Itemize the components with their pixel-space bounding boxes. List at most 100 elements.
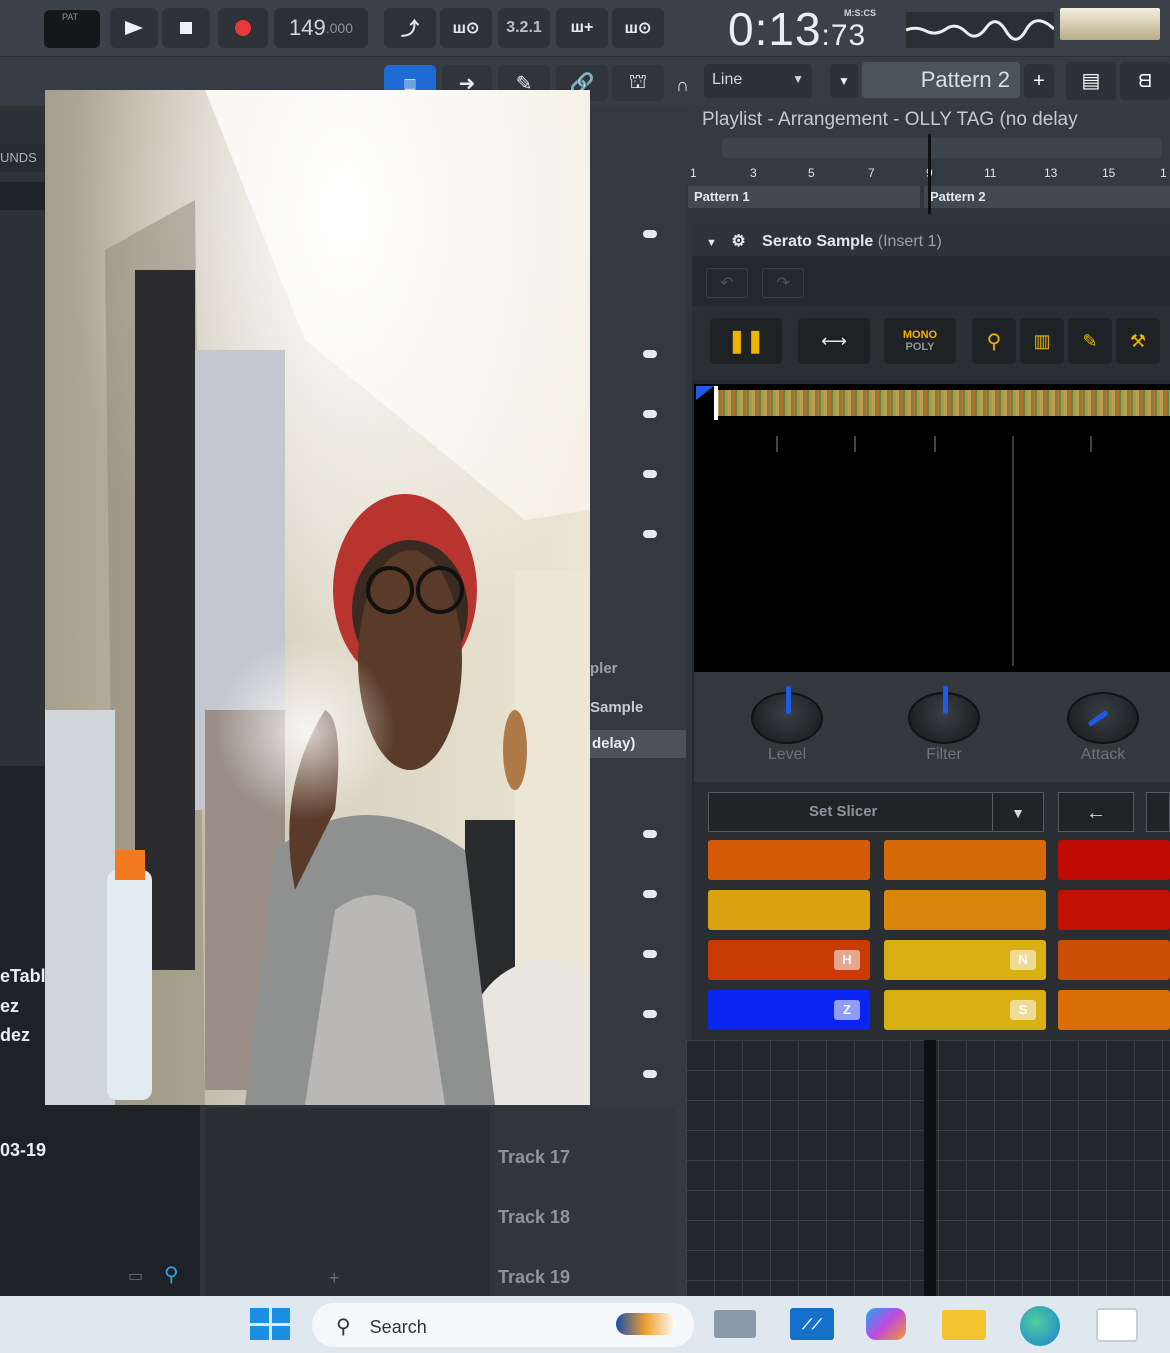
- channel-label-selected[interactable]: delay): [590, 730, 686, 758]
- waveform-strip: [716, 390, 1170, 416]
- pattern-selector[interactable]: Pattern 2: [862, 62, 1020, 98]
- record-button[interactable]: [218, 8, 268, 48]
- cue-pad[interactable]: [1058, 890, 1170, 930]
- countdown-button[interactable]: 3.2.1: [498, 8, 550, 48]
- task-view-icon[interactable]: [714, 1310, 756, 1338]
- mono-poly-toggle[interactable]: MONO POLY: [884, 318, 956, 364]
- cue-pad[interactable]: [884, 890, 1046, 930]
- pause-button[interactable]: ❚❚: [710, 318, 782, 364]
- slice-marker: [854, 436, 856, 452]
- play-button[interactable]: [110, 8, 158, 48]
- gear-icon[interactable]: ⚙: [731, 233, 745, 250]
- playlist-grid[interactable]: [686, 1040, 1170, 1296]
- snap-value: Line: [712, 71, 743, 88]
- browser-item[interactable]: ez: [0, 996, 19, 1017]
- cue-pad[interactable]: S: [884, 990, 1046, 1030]
- chevron-down-icon: ▼: [792, 72, 804, 86]
- snap-select[interactable]: Line ▼: [704, 64, 812, 98]
- playhead-marker[interactable]: [714, 386, 718, 422]
- main-toolbar: PAT 149.000 ⤴ ш⊙ 3.2.1 ш+ ш⊙ 0:13:73 M:S…: [0, 0, 1170, 56]
- store-icon[interactable]: [1096, 1308, 1138, 1342]
- level-knob[interactable]: [751, 686, 823, 744]
- track-label[interactable]: Track 18: [498, 1207, 570, 1228]
- chevron-down-icon[interactable]: ▼: [706, 237, 717, 249]
- mute-led[interactable]: [643, 350, 657, 358]
- mute-led[interactable]: [643, 830, 657, 838]
- slicer-dropdown-button[interactable]: ▼: [992, 792, 1044, 832]
- browser-item[interactable]: dez: [0, 1025, 30, 1046]
- channel-area: +: [205, 1108, 490, 1298]
- waveform-zoom[interactable]: [694, 420, 1170, 672]
- pattern-clip[interactable]: Pattern 2: [924, 186, 1170, 208]
- taskbar-search[interactable]: ⚲ Search: [312, 1303, 694, 1347]
- metronome-button[interactable]: ⤴: [384, 8, 436, 48]
- cue-pad[interactable]: [1058, 940, 1170, 980]
- stop-button[interactable]: [162, 8, 210, 48]
- pattern-clip[interactable]: Pattern 1: [688, 186, 920, 208]
- start-marker-icon[interactable]: [696, 386, 714, 400]
- stretch-button[interactable]: ⟷: [798, 318, 870, 364]
- cue-pad[interactable]: [708, 840, 870, 880]
- redo-button[interactable]: ↷: [762, 268, 804, 298]
- mixer-button[interactable]: ▤: [1066, 62, 1116, 100]
- channel-label: delay): [592, 735, 636, 752]
- browser-date: 03-19: [0, 1140, 47, 1160]
- serato-title-bar[interactable]: ▼ ⚙ Serato Sample (Insert 1): [692, 224, 1170, 256]
- browser-item[interactable]: eTabl: [0, 966, 46, 987]
- mute-led[interactable]: [643, 1070, 657, 1078]
- mute-led[interactable]: [643, 470, 657, 478]
- track-label[interactable]: Track 17: [498, 1147, 570, 1168]
- mute-led[interactable]: [643, 890, 657, 898]
- file-explorer-icon[interactable]: [942, 1310, 986, 1340]
- filter-knob[interactable]: [908, 686, 980, 744]
- blend-notes-button[interactable]: ш+: [556, 8, 608, 48]
- copilot-icon[interactable]: [866, 1308, 906, 1340]
- cue-pad[interactable]: H: [708, 940, 870, 980]
- playlist-scrollbar[interactable]: [722, 138, 1162, 158]
- edge-icon[interactable]: [1020, 1306, 1060, 1346]
- drum-button[interactable]: ⚒: [1116, 318, 1160, 364]
- pad-key-label: S: [1010, 1000, 1036, 1020]
- waveform-overview[interactable]: [694, 384, 1170, 422]
- cue-pad[interactable]: [708, 890, 870, 930]
- folder-icon[interactable]: ▭: [128, 1266, 143, 1286]
- knob-label: Filter: [926, 746, 962, 763]
- master-meter: [1060, 8, 1160, 40]
- loop-record-button[interactable]: ш⊙: [612, 8, 664, 48]
- webcam-image: [45, 90, 590, 1105]
- slicer-next-button[interactable]: [1146, 792, 1170, 832]
- channel-label: Sample: [590, 699, 644, 716]
- mute-led[interactable]: [643, 530, 657, 538]
- mute-led[interactable]: [643, 1010, 657, 1018]
- slice-marker: [1012, 436, 1014, 666]
- windows-start-icon[interactable]: [250, 1308, 290, 1340]
- app-icon[interactable]: ⟋⟋: [790, 1308, 834, 1340]
- cue-pad[interactable]: Z: [708, 990, 870, 1030]
- channel-rack-button[interactable]: ᗺ: [1120, 62, 1170, 100]
- cue-pad[interactable]: [1058, 840, 1170, 880]
- pat-song-toggle[interactable]: PAT: [44, 10, 100, 48]
- cue-pad[interactable]: [1058, 990, 1170, 1030]
- piano-button[interactable]: ▥: [1020, 318, 1064, 364]
- wait-input-button[interactable]: ш⊙: [440, 8, 492, 48]
- tempo-display[interactable]: 149.000: [274, 8, 368, 48]
- search-icon[interactable]: ⚲: [164, 1262, 179, 1287]
- mute-led[interactable]: [643, 410, 657, 418]
- guitar-button[interactable]: ✎: [1068, 318, 1112, 364]
- ruler-tick: 11: [984, 166, 997, 180]
- slicer-prev-button[interactable]: ←: [1058, 792, 1134, 832]
- undo-button[interactable]: ↶: [706, 268, 748, 298]
- pattern-prev-button[interactable]: ▼: [830, 64, 858, 98]
- playhead[interactable]: [928, 134, 931, 214]
- mute-led[interactable]: [643, 230, 657, 238]
- key-button[interactable]: ⚲: [972, 318, 1016, 364]
- cue-pad[interactable]: N: [884, 940, 1046, 980]
- cue-pad[interactable]: [884, 840, 1046, 880]
- arrangement-name[interactable]: OLLY TAG (no delay: [905, 109, 1078, 130]
- add-pattern-button[interactable]: +: [1024, 64, 1054, 98]
- track-label[interactable]: Track 19: [498, 1267, 570, 1288]
- mute-led[interactable]: [643, 950, 657, 958]
- stamp-button[interactable]: ⛫: [612, 65, 664, 101]
- attack-knob[interactable]: [1067, 692, 1139, 744]
- add-channel-button[interactable]: +: [329, 1268, 340, 1289]
